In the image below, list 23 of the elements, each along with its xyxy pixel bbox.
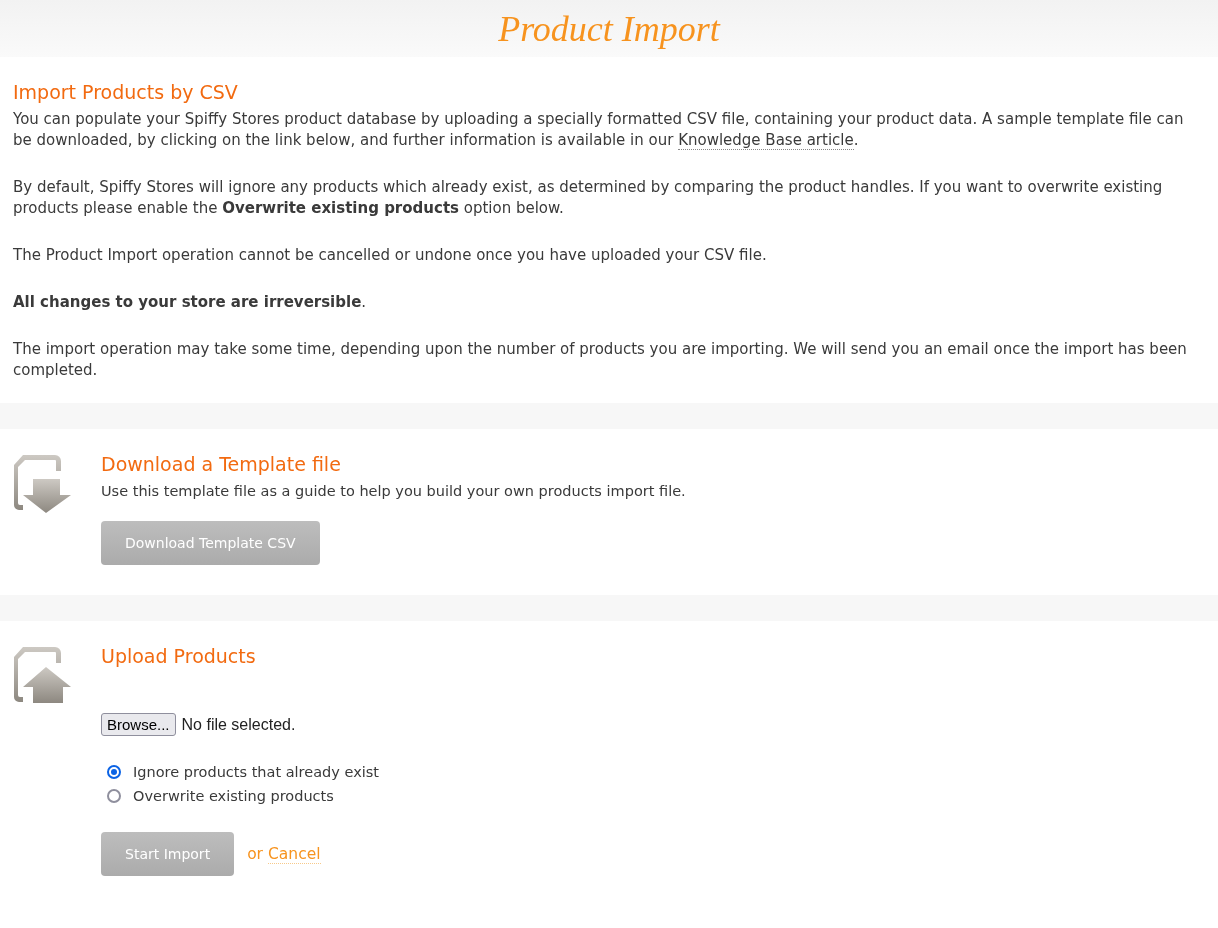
download-file-icon bbox=[13, 453, 71, 513]
file-status: No file selected. bbox=[181, 715, 296, 734]
option-label: Overwrite existing products bbox=[133, 788, 334, 804]
radio-button[interactable] bbox=[107, 789, 121, 803]
section-description: Use this template file as a guide to help you build your own products import file. bbox=[101, 483, 686, 499]
paragraph: The Product Import operation cannot be cancelled or undone once you have uploaded your CSV file. bbox=[13, 245, 768, 266]
download-template-button[interactable]: Download Template CSV bbox=[101, 521, 320, 565]
option-label: Ignore products that already exist bbox=[133, 764, 379, 780]
or-text: or bbox=[247, 845, 263, 863]
radio-button[interactable] bbox=[107, 765, 121, 779]
section-heading: Download a Template file bbox=[101, 453, 341, 475]
section-heading: Import Products by CSV bbox=[13, 81, 239, 103]
upload-file-icon bbox=[13, 645, 71, 705]
browse-button[interactable]: Browse... bbox=[101, 713, 176, 736]
paragraph: You can populate your Spiffy Stores product database by uploading a specially formatted CSV file, containing your product data. A sample template file can be downloaded, by clicking on the link below, and further information is available in our Knowledge Base article. bbox=[13, 109, 1185, 151]
page-title: Product Import bbox=[498, 7, 720, 50]
knowledge-base-link[interactable]: Knowledge Base article bbox=[678, 131, 854, 150]
paragraph: All changes to your store are irreversible. bbox=[13, 292, 368, 313]
paragraph: The import operation may take some time, depending upon the number of products you are importing. We will send you an email once the import has been completed. bbox=[13, 339, 1188, 381]
paragraph: By default, Spiffy Stores will ignore any products which already exist, as determined by comparing the product handles. If you want to overwrite existing products please enable the Overwrite existing products option below. bbox=[13, 177, 1164, 219]
cancel-link[interactable]: Cancel bbox=[268, 844, 321, 864]
start-import-button[interactable]: Start Import bbox=[101, 832, 235, 876]
section-heading: Upload Products bbox=[101, 645, 256, 667]
